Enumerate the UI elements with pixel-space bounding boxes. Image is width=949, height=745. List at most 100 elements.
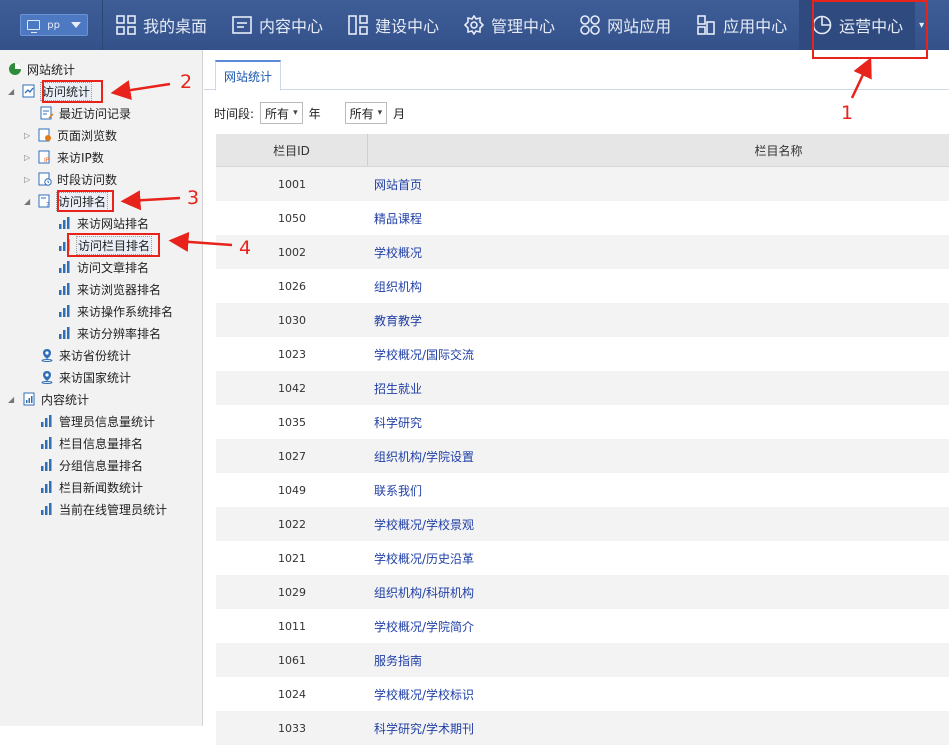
tree-rank-browser[interactable]: 来访浏览器排名 bbox=[58, 279, 161, 299]
table-row: 1030 教育教学 bbox=[216, 303, 949, 337]
nav-build-label: 建设中心 bbox=[375, 17, 440, 36]
doc-rank-icon: ? bbox=[38, 194, 52, 208]
annotation-number-1: 1 bbox=[841, 102, 854, 124]
tree-content[interactable]: ◢ 内容统计 bbox=[8, 389, 89, 409]
bar-chart-icon bbox=[40, 436, 54, 450]
table-row: 1023 学校概况/国际交流 bbox=[216, 337, 949, 371]
cell-column-name-link[interactable]: 学校概况/学校标识 bbox=[368, 686, 474, 703]
cell-column-name-link[interactable]: 联系我们 bbox=[368, 482, 422, 499]
bar-chart-icon bbox=[58, 216, 72, 230]
month-select[interactable]: 所有 ▾ bbox=[344, 102, 388, 124]
cell-column-name-link[interactable]: 学校概况/学校景观 bbox=[368, 516, 474, 533]
table-row: 1035 科学研究 bbox=[216, 405, 949, 439]
header-column-id[interactable]: 栏目ID bbox=[216, 134, 368, 166]
tree-admin-info[interactable]: 管理员信息量统计 bbox=[40, 411, 155, 431]
cell-column-name-link[interactable]: 教育教学 bbox=[368, 312, 422, 329]
year-select-value: 所有 bbox=[265, 106, 290, 121]
tree-column-info[interactable]: 栏目信息量排名 bbox=[40, 433, 143, 453]
tree-pageviews[interactable]: ▷ 页面浏览数 bbox=[24, 125, 117, 145]
pie-chart-icon bbox=[8, 62, 22, 76]
chart-doc-icon bbox=[22, 84, 36, 98]
cell-column-name-link[interactable]: 学校概况 bbox=[368, 244, 422, 261]
table-row: 1029 组织机构/科研机构 bbox=[216, 575, 949, 609]
tree-rank-article[interactable]: 访问文章排名 bbox=[58, 257, 149, 277]
nav-manage[interactable]: 管理中心 bbox=[451, 0, 567, 50]
tree-rank-res-label: 来访分辨率排名 bbox=[77, 326, 162, 341]
expanded-arrow-icon[interactable]: ◢ bbox=[24, 197, 32, 206]
map-pin-icon bbox=[40, 370, 54, 384]
cell-column-id: 1023 bbox=[278, 347, 306, 361]
collapsed-arrow-icon[interactable]: ▷ bbox=[24, 175, 32, 184]
grid-icon bbox=[115, 14, 137, 36]
tree-country[interactable]: 来访国家统计 bbox=[40, 367, 131, 387]
cell-column-id: 1026 bbox=[278, 279, 306, 293]
cell-column-id: 1049 bbox=[278, 483, 306, 497]
tree-root[interactable]: 网站统计 bbox=[8, 59, 75, 79]
cell-column-name-link[interactable]: 学校概况/国际交流 bbox=[368, 346, 474, 363]
tree-online-admin-label: 当前在线管理员统计 bbox=[59, 502, 168, 517]
year-unit: 年 bbox=[308, 106, 321, 121]
cell-column-name-link[interactable]: 组织机构/科研机构 bbox=[368, 584, 474, 601]
nav-site-apps-label: 网站应用 bbox=[607, 17, 672, 36]
bar-chart-icon bbox=[40, 458, 54, 472]
cell-column-name-link[interactable]: 学校概况/学院简介 bbox=[368, 618, 474, 635]
collapsed-arrow-icon[interactable]: ▷ bbox=[24, 131, 32, 140]
layout-icon bbox=[347, 14, 369, 36]
table-row: 1022 学校概况/学校景观 bbox=[216, 507, 949, 541]
cell-column-name-link[interactable]: 组织机构 bbox=[368, 278, 422, 295]
bar-chart-icon bbox=[40, 414, 54, 428]
table-row: 1061 服务指南 bbox=[216, 643, 949, 677]
month-select-value: 所有 bbox=[349, 106, 374, 121]
year-select[interactable]: 所有 ▾ bbox=[260, 102, 303, 124]
cell-column-id: 1001 bbox=[278, 177, 306, 191]
nav-build[interactable]: 建设中心 bbox=[335, 0, 451, 50]
tree-column-news[interactable]: 栏目新闻数统计 bbox=[40, 477, 143, 497]
table-row: 1021 学校概况/历史沿革 bbox=[216, 541, 949, 575]
collapsed-arrow-icon[interactable]: ▷ bbox=[24, 153, 32, 162]
chevron-down-icon: ▾ bbox=[377, 108, 383, 118]
tree-recent[interactable]: 最近访问记录 bbox=[40, 103, 131, 123]
apps-icon bbox=[579, 14, 601, 36]
cell-column-id: 1021 bbox=[278, 551, 306, 565]
table-row: 1042 招生就业 bbox=[216, 371, 949, 405]
tree-ip[interactable]: ▷ IP 来访IP数 bbox=[24, 147, 104, 167]
tree-column-news-label: 栏目新闻数统计 bbox=[59, 480, 144, 495]
cell-column-name-link[interactable]: 科学研究/学术期刊 bbox=[368, 720, 474, 737]
tree-admin-info-label: 管理员信息量统计 bbox=[59, 414, 156, 429]
tree-rank-res[interactable]: 来访分辨率排名 bbox=[58, 323, 161, 343]
cell-column-id: 1050 bbox=[278, 211, 306, 225]
tree-online-admin[interactable]: 当前在线管理员统计 bbox=[40, 499, 167, 519]
tree-province[interactable]: 来访省份统计 bbox=[40, 345, 131, 365]
cell-column-id: 1042 bbox=[278, 381, 306, 395]
nav-content[interactable]: 内容中心 bbox=[219, 0, 335, 50]
tree-rank-site[interactable]: 来访网站排名 bbox=[58, 213, 149, 233]
cell-column-name-link[interactable]: 招生就业 bbox=[368, 380, 422, 397]
nav-app-center-label: 应用中心 bbox=[723, 17, 788, 36]
cell-column-id: 1022 bbox=[278, 517, 306, 531]
cell-column-id: 1035 bbox=[278, 415, 306, 429]
chevron-down-icon: ▾ bbox=[293, 108, 298, 118]
tree-group-info[interactable]: 分组信息量排名 bbox=[40, 455, 143, 475]
expanded-arrow-icon[interactable]: ◢ bbox=[8, 395, 16, 404]
monitor-icon bbox=[27, 20, 41, 33]
nav-desktop[interactable]: 我的桌面 bbox=[103, 0, 219, 50]
tree-rank-site-label: 来访网站排名 bbox=[77, 216, 150, 231]
cell-column-name-link[interactable]: 组织机构/学院设置 bbox=[368, 448, 474, 465]
cell-column-id: 1033 bbox=[278, 721, 306, 735]
filter-label: 时间段: bbox=[214, 106, 255, 121]
cell-column-name-link[interactable]: 学校概况/历史沿革 bbox=[368, 550, 474, 567]
cell-column-name-link[interactable]: 科学研究 bbox=[368, 414, 422, 431]
nav-app-center[interactable]: 应用中心 bbox=[683, 0, 799, 50]
bar-chart-icon bbox=[58, 326, 72, 340]
header-column-name[interactable]: 栏目名称 bbox=[368, 134, 949, 166]
site-selector[interactable]: pp bbox=[20, 14, 88, 36]
tree-period[interactable]: ▷ 时段访问数 bbox=[24, 169, 117, 189]
doc-chart-icon bbox=[22, 392, 36, 406]
cell-column-name-link[interactable]: 精品课程 bbox=[368, 210, 422, 227]
nav-site-apps[interactable]: 网站应用 bbox=[567, 0, 683, 50]
cell-column-name-link[interactable]: 服务指南 bbox=[368, 652, 422, 669]
cell-column-name-link[interactable]: 网站首页 bbox=[368, 176, 422, 193]
expanded-arrow-icon[interactable]: ◢ bbox=[8, 87, 16, 96]
tree-rank-os[interactable]: 来访操作系统排名 bbox=[58, 301, 173, 321]
tab-site-stats[interactable]: 网站统计 bbox=[215, 60, 282, 91]
